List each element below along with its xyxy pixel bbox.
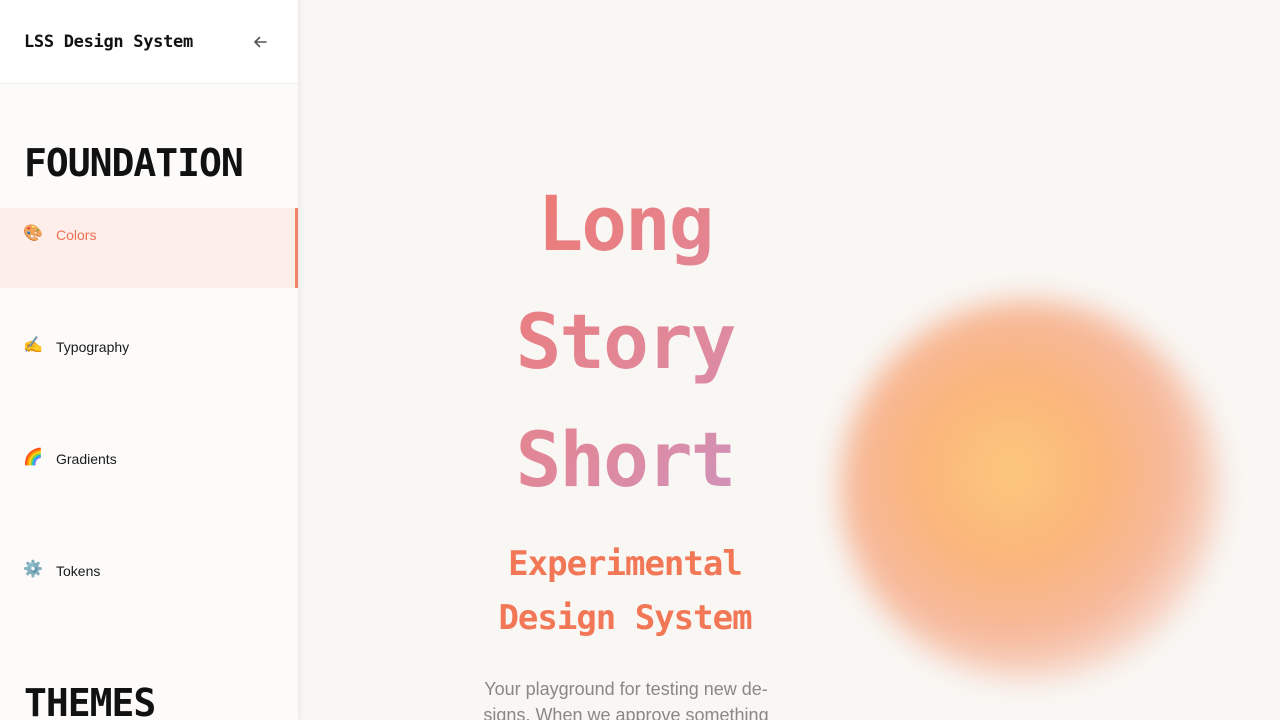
sidebar-item-colors[interactable]: 🎨 Colors: [0, 208, 298, 288]
sidebar-header: LSS Design System: [0, 0, 298, 84]
sidebar-item-label: Typography: [56, 339, 130, 355]
section-title-foundation: FOUNDATION: [24, 141, 244, 185]
sidebar: LSS Design System FOUNDATION 🎨 Colors ✍️…: [0, 0, 299, 720]
rainbow-icon: 🌈: [23, 447, 43, 466]
hero-description: Your playground for testing new de-signs…: [483, 679, 769, 720]
hero-title-line: Short: [515, 415, 735, 504]
section-title-themes: THEMES: [24, 681, 156, 720]
hero-title-line: Long: [537, 179, 713, 268]
hero-title: Long Story Short: [300, 165, 950, 519]
sidebar-item-label: Tokens: [56, 563, 101, 579]
sidebar-item-label: Gradients: [56, 451, 117, 467]
main-content: Long Story Short Experimental Design Sys…: [300, 0, 1280, 720]
sidebar-item-tokens[interactable]: ⚙️ Tokens: [0, 544, 298, 624]
sidebar-item-label: Colors: [56, 227, 97, 243]
sidebar-item-typography[interactable]: ✍️ Typography: [0, 320, 298, 400]
hero-subtitle-line: Design System: [498, 598, 752, 638]
writing-hand-icon: ✍️: [23, 335, 43, 354]
hero-subtitle-line: Experimental: [508, 544, 743, 584]
collapse-sidebar-button[interactable]: [246, 28, 274, 56]
app-title: LSS Design System: [24, 31, 193, 52]
palette-icon: 🎨: [23, 223, 43, 242]
arrow-left-icon: [254, 36, 267, 47]
sidebar-item-gradients[interactable]: 🌈 Gradients: [0, 432, 298, 512]
gear-icon: ⚙️: [23, 559, 43, 578]
hero-title-line: Story: [515, 297, 735, 386]
hero-subtitle: Experimental Design System: [300, 537, 950, 645]
